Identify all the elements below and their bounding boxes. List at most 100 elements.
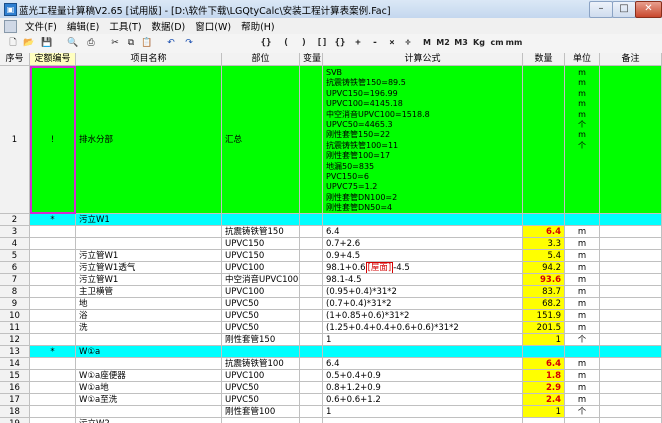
maximize-button[interactable]: □ xyxy=(612,1,636,18)
grid-cell-note[interactable] xyxy=(600,322,662,334)
grid-cell-unit[interactable] xyxy=(565,346,600,358)
grid-cell-unit[interactable]: m xyxy=(565,310,600,322)
grid-cell-var[interactable] xyxy=(300,370,323,382)
grid-cell-unit[interactable]: m xyxy=(565,322,600,334)
grid-cell-var[interactable] xyxy=(300,238,323,250)
grid-cell-var[interactable] xyxy=(300,358,323,370)
grid-cell-code[interactable] xyxy=(30,298,76,310)
insert-braces-button[interactable]: {} xyxy=(258,36,274,50)
new-file-icon[interactable]: 🗋 xyxy=(6,36,20,50)
unit-cm-button[interactable]: cm xyxy=(488,36,506,50)
grid-cell-name[interactable] xyxy=(76,358,222,370)
grid-cell-name[interactable]: 污立W1 xyxy=(76,214,222,226)
grid-cell-unit[interactable]: m xyxy=(565,250,600,262)
grid-cell-note[interactable] xyxy=(600,286,662,298)
grid-cell-code[interactable] xyxy=(30,286,76,298)
grid-cell-part[interactable]: UPVC100 xyxy=(222,286,300,298)
grid-cell-qty[interactable]: 151.9 xyxy=(523,310,565,322)
grid-cell-part[interactable]: 刚性套管100 xyxy=(222,406,300,418)
grid-cell-name[interactable]: W①a座便器 xyxy=(76,370,222,382)
grid-cell-qty[interactable] xyxy=(523,66,565,214)
document-icon[interactable] xyxy=(4,19,17,33)
grid-cell-qty[interactable]: 2.4 xyxy=(523,394,565,406)
grid-cell-formula[interactable] xyxy=(323,346,523,358)
menu-help[interactable]: 帮助(H) xyxy=(236,19,280,33)
grid-cell-unit[interactable]: m xyxy=(565,226,600,238)
grid-cell-note[interactable] xyxy=(600,370,662,382)
grid-cell-var[interactable] xyxy=(300,418,323,423)
grid-cell-code[interactable] xyxy=(30,382,76,394)
grid-cell-formula[interactable]: 0.7+2.6 xyxy=(323,238,523,250)
minimize-button[interactable]: – xyxy=(589,1,613,18)
grid-cell-note[interactable] xyxy=(600,274,662,286)
grid-cell-name[interactable] xyxy=(76,334,222,346)
grid-cell-note[interactable] xyxy=(600,66,662,214)
col-number-header[interactable]: 序号 xyxy=(0,53,30,66)
grid-cell-qty[interactable]: 201.5 xyxy=(523,322,565,334)
grid-cell-formula[interactable]: (1+0.85+0.6)*31*2 xyxy=(323,310,523,322)
col-quantity-header[interactable]: 数量 xyxy=(523,53,565,66)
undo-icon[interactable]: ↶ xyxy=(164,36,178,50)
grid-cell-unit[interactable]: 个 xyxy=(565,406,600,418)
print-preview-icon[interactable]: 🔍 xyxy=(66,36,80,50)
grid-cell-name[interactable] xyxy=(76,238,222,250)
grid-cell-qty[interactable]: 6.4 xyxy=(523,226,565,238)
grid-cell-formula[interactable]: SVB 抗震铸铁管150=89.5 UPVC150=196.99 UPVC100… xyxy=(323,66,523,214)
grid-cell-qty[interactable] xyxy=(523,214,565,226)
grid-cell-name[interactable]: W①a至洗 xyxy=(76,394,222,406)
grid-cell-part[interactable]: UPVC150 xyxy=(222,238,300,250)
grid-cell-formula[interactable] xyxy=(323,214,523,226)
grid-cell-name[interactable] xyxy=(76,406,222,418)
grid-cell-formula[interactable]: (1.25+0.4+0.4+0.6+0.6)*31*2 xyxy=(323,322,523,334)
grid-cell-unit[interactable]: m xyxy=(565,238,600,250)
grid-cell-name[interactable]: 主卫横管 xyxy=(76,286,222,298)
grid-cell-code[interactable] xyxy=(30,358,76,370)
grid-cell-code[interactable] xyxy=(30,322,76,334)
grid-cell-code[interactable] xyxy=(30,310,76,322)
open-folder-icon[interactable]: 📂 xyxy=(22,36,36,50)
unit-mm-button[interactable]: mm xyxy=(505,36,523,50)
grid-cell-var[interactable] xyxy=(300,66,323,214)
grid-cell-unit[interactable] xyxy=(565,418,600,423)
grid-cell-note[interactable] xyxy=(600,394,662,406)
menu-window[interactable]: 窗口(W) xyxy=(190,19,236,33)
grid-cell-code[interactable] xyxy=(30,250,76,262)
grid-cell-name[interactable]: 浴 xyxy=(76,310,222,322)
plus-button[interactable]: + xyxy=(350,36,366,50)
grid-cell-part[interactable]: 汇总 xyxy=(222,66,300,214)
grid-cell-code[interactable]: * xyxy=(30,346,76,358)
grid-cell-name[interactable]: 地 xyxy=(76,298,222,310)
grid-cell-qty[interactable] xyxy=(523,346,565,358)
col-note-header[interactable]: 备注 xyxy=(600,53,662,66)
grid-cell-formula[interactable] xyxy=(323,418,523,423)
grid-cell-qty[interactable]: 83.7 xyxy=(523,286,565,298)
grid-cell-name[interactable]: W①a xyxy=(76,346,222,358)
grid-cell-note[interactable] xyxy=(600,346,662,358)
grid-cell-formula[interactable]: 0.8+1.2+0.9 xyxy=(323,382,523,394)
grid-cell-formula[interactable]: (0.7+0.4)*31*2 xyxy=(323,298,523,310)
grid-cell-unit[interactable]: m xyxy=(565,298,600,310)
grid-cell-name[interactable]: 污立W2 xyxy=(76,418,222,423)
grid-cell-code[interactable] xyxy=(30,238,76,250)
calculation-grid[interactable]: 序号 定额编号 项目名称 部位 变量 计算公式 数量 单位 备注 1! 排水分部 汇总 SVB 抗震铸铁… xyxy=(0,53,662,423)
grid-cell-formula[interactable]: 0.9+4.5 xyxy=(323,250,523,262)
grid-cell-code[interactable] xyxy=(30,274,76,286)
minus-button[interactable]: - xyxy=(367,36,383,50)
unit-m3-button[interactable]: M3 xyxy=(452,36,470,50)
grid-cell-name[interactable]: 污立管W1 xyxy=(76,250,222,262)
grid-cell-formula[interactable]: 1 xyxy=(323,406,523,418)
col-variable-header[interactable]: 变量 xyxy=(300,53,323,66)
grid-cell-name[interactable]: 排水分部 xyxy=(76,66,222,214)
grid-cell-var[interactable] xyxy=(300,298,323,310)
grid-cell-unit[interactable] xyxy=(565,214,600,226)
grid-cell-unit[interactable]: m xyxy=(565,370,600,382)
redo-icon[interactable]: ↷ xyxy=(182,36,196,50)
grid-cell-part[interactable]: 抗震铸铁管150 xyxy=(222,226,300,238)
grid-cell-note[interactable] xyxy=(600,334,662,346)
grid-cell-name[interactable]: 洗 xyxy=(76,322,222,334)
grid-cell-unit[interactable]: m xyxy=(565,274,600,286)
grid-cell-code[interactable] xyxy=(30,334,76,346)
grid-cell-code[interactable] xyxy=(30,262,76,274)
grid-cell-unit[interactable]: 个 xyxy=(565,334,600,346)
grid-cell-var[interactable] xyxy=(300,382,323,394)
